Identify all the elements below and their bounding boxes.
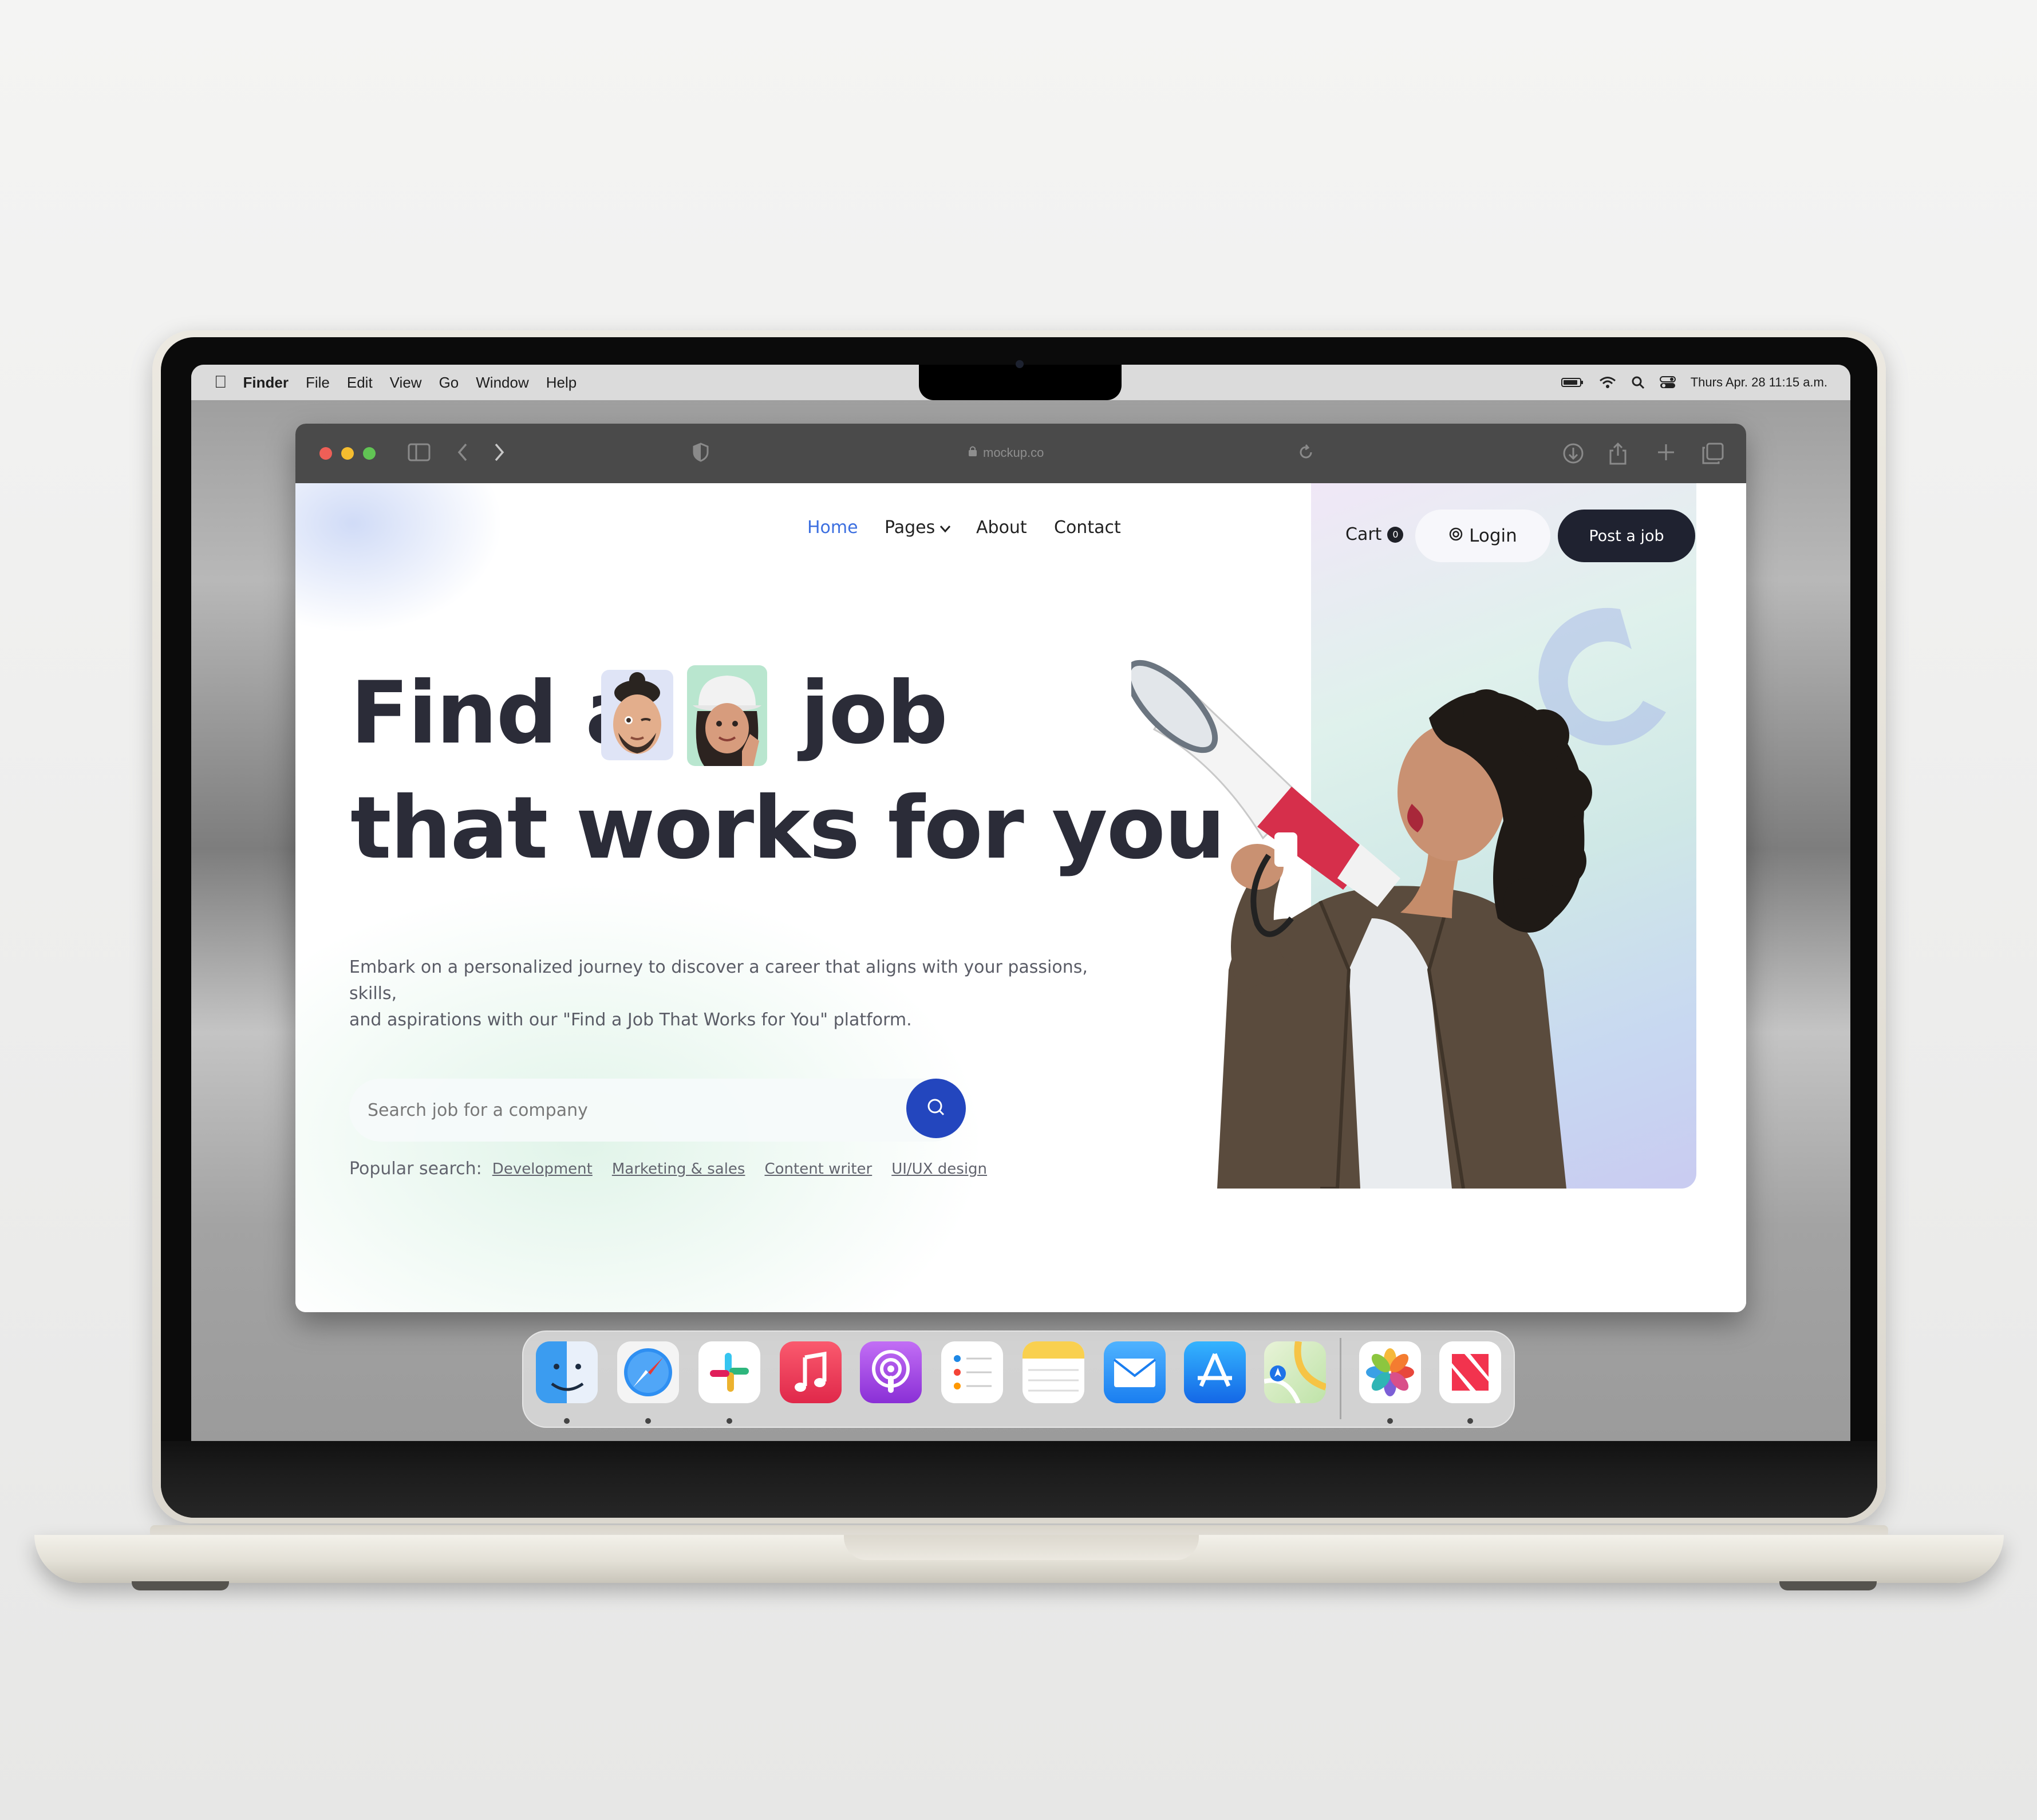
notes-icon[interactable]	[1023, 1341, 1084, 1403]
post-job-button[interactable]: Post a job	[1558, 510, 1695, 562]
hero-description-line2: and aspirations with our "Find a Job Tha…	[349, 1010, 912, 1030]
popular-tag-development[interactable]: Development	[492, 1160, 593, 1178]
desktop-screen:  Finder File Edit View Go Window Help T…	[191, 365, 1850, 1441]
browser-toolbar: mockup.co	[295, 424, 1746, 483]
mail-icon[interactable]	[1104, 1341, 1166, 1403]
cart-label: Cart	[1345, 524, 1382, 544]
reminders-icon[interactable]	[941, 1341, 1003, 1403]
photos-icon[interactable]	[1359, 1341, 1421, 1403]
nav-link-home[interactable]: Home	[807, 518, 858, 538]
search-icon	[925, 1096, 948, 1122]
back-icon[interactable]	[456, 442, 469, 465]
hero-description-line1: Embark on a personalized journey to disc…	[349, 957, 1088, 1004]
control-center-icon[interactable]	[1659, 376, 1676, 389]
podcasts-icon[interactable]	[860, 1341, 922, 1403]
wifi-icon[interactable]	[1599, 376, 1616, 389]
downloads-icon[interactable]	[1562, 442, 1585, 468]
login-label: Login	[1469, 526, 1517, 546]
share-icon[interactable]	[1608, 442, 1628, 468]
laptop-opening-notch	[844, 1535, 1199, 1560]
menu-edit[interactable]: Edit	[347, 374, 373, 392]
browser-window: mockup.co Home Pages About Contact Cart …	[295, 424, 1746, 1312]
photos-running-indicator	[1387, 1418, 1393, 1424]
privacy-shield-icon[interactable]	[692, 442, 710, 465]
web-page: Home Pages About Contact Cart 0 Login Po…	[295, 483, 1746, 1312]
apple-menu-icon[interactable]: 	[214, 373, 227, 392]
memoji-man-icon	[601, 670, 673, 760]
menu-go[interactable]: Go	[439, 374, 459, 392]
nav-link-about[interactable]: About	[976, 518, 1027, 538]
forward-icon[interactable]	[492, 442, 506, 465]
hero-heading-line2: that works for you	[350, 779, 1226, 878]
hero-heading-line1-start: Find a	[350, 664, 643, 763]
job-search-bar	[349, 1079, 964, 1142]
maps-icon[interactable]	[1264, 1341, 1326, 1403]
safari-icon[interactable]	[617, 1341, 679, 1403]
popular-searches: Popular search: Development Marketing & …	[349, 1159, 987, 1179]
nav-home[interactable]: Home	[807, 518, 858, 538]
user-circle-icon	[1448, 526, 1463, 546]
nav-link-pages[interactable]: Pages	[885, 518, 935, 538]
menubar-clock[interactable]: Thurs Apr. 28 11:15 a.m.	[1691, 375, 1827, 390]
spotlight-search-icon[interactable]	[1631, 376, 1645, 389]
address-bar[interactable]: mockup.co	[968, 445, 1044, 460]
safari-running-indicator	[645, 1418, 651, 1424]
camera-notch	[919, 365, 1122, 400]
nav-link-contact[interactable]: Contact	[1054, 518, 1121, 538]
nav-pages[interactable]: Pages	[885, 518, 951, 538]
screen-chin	[161, 1441, 1877, 1518]
reload-icon[interactable]	[1297, 442, 1314, 465]
minimize-window-button[interactable]	[341, 447, 354, 460]
zoom-window-button[interactable]	[363, 447, 376, 460]
news-running-indicator	[1467, 1418, 1473, 1424]
finder-running-indicator	[564, 1418, 570, 1424]
slack-running-indicator	[727, 1418, 732, 1424]
battery-icon[interactable]	[1561, 377, 1584, 388]
popular-tag-marketing[interactable]: Marketing & sales	[612, 1160, 745, 1178]
close-window-button[interactable]	[319, 447, 332, 460]
popular-tag-content-writer[interactable]: Content writer	[764, 1160, 872, 1178]
nav-about[interactable]: About	[976, 518, 1027, 538]
hero-description: Embark on a personalized journey to disc…	[349, 954, 1093, 1033]
laptop-foot-right	[1779, 1581, 1877, 1590]
cart-count-badge: 0	[1387, 526, 1404, 543]
hero-heading-line1-end: job	[800, 664, 948, 763]
cart-button[interactable]: Cart 0	[1345, 524, 1404, 544]
new-tab-icon[interactable]	[1656, 442, 1676, 465]
background-glow	[295, 483, 502, 632]
menu-view[interactable]: View	[390, 374, 422, 392]
menu-file[interactable]: File	[306, 374, 330, 392]
woman-megaphone-photo	[1131, 660, 1592, 1189]
chevron-down-icon	[939, 518, 951, 538]
slack-icon[interactable]	[698, 1341, 760, 1403]
laptop-foot-left	[132, 1581, 229, 1590]
search-button[interactable]	[906, 1079, 966, 1138]
nav-contact[interactable]: Contact	[1054, 518, 1121, 538]
status-area: Thurs Apr. 28 11:15 a.m.	[1561, 365, 1827, 400]
popular-search-label: Popular search:	[349, 1159, 482, 1179]
memoji-woman-icon	[687, 665, 767, 766]
finder-icon[interactable]	[536, 1341, 598, 1403]
lock-icon	[968, 445, 977, 460]
menu-help[interactable]: Help	[546, 374, 577, 392]
popular-tag-uiux[interactable]: UI/UX design	[891, 1160, 987, 1178]
tab-overview-icon[interactable]	[1702, 442, 1724, 468]
dock-separator	[1340, 1338, 1341, 1419]
sidebar-toggle-icon[interactable]	[408, 442, 431, 465]
job-search-input[interactable]	[368, 1100, 883, 1120]
camera-lens	[1016, 360, 1024, 368]
login-button[interactable]: Login	[1415, 510, 1550, 562]
menu-window[interactable]: Window	[476, 374, 528, 392]
news-icon[interactable]	[1439, 1341, 1501, 1403]
menu-app-name[interactable]: Finder	[243, 374, 289, 392]
music-icon[interactable]	[780, 1341, 842, 1403]
app-store-icon[interactable]	[1184, 1341, 1246, 1403]
url-text: mockup.co	[983, 445, 1044, 460]
